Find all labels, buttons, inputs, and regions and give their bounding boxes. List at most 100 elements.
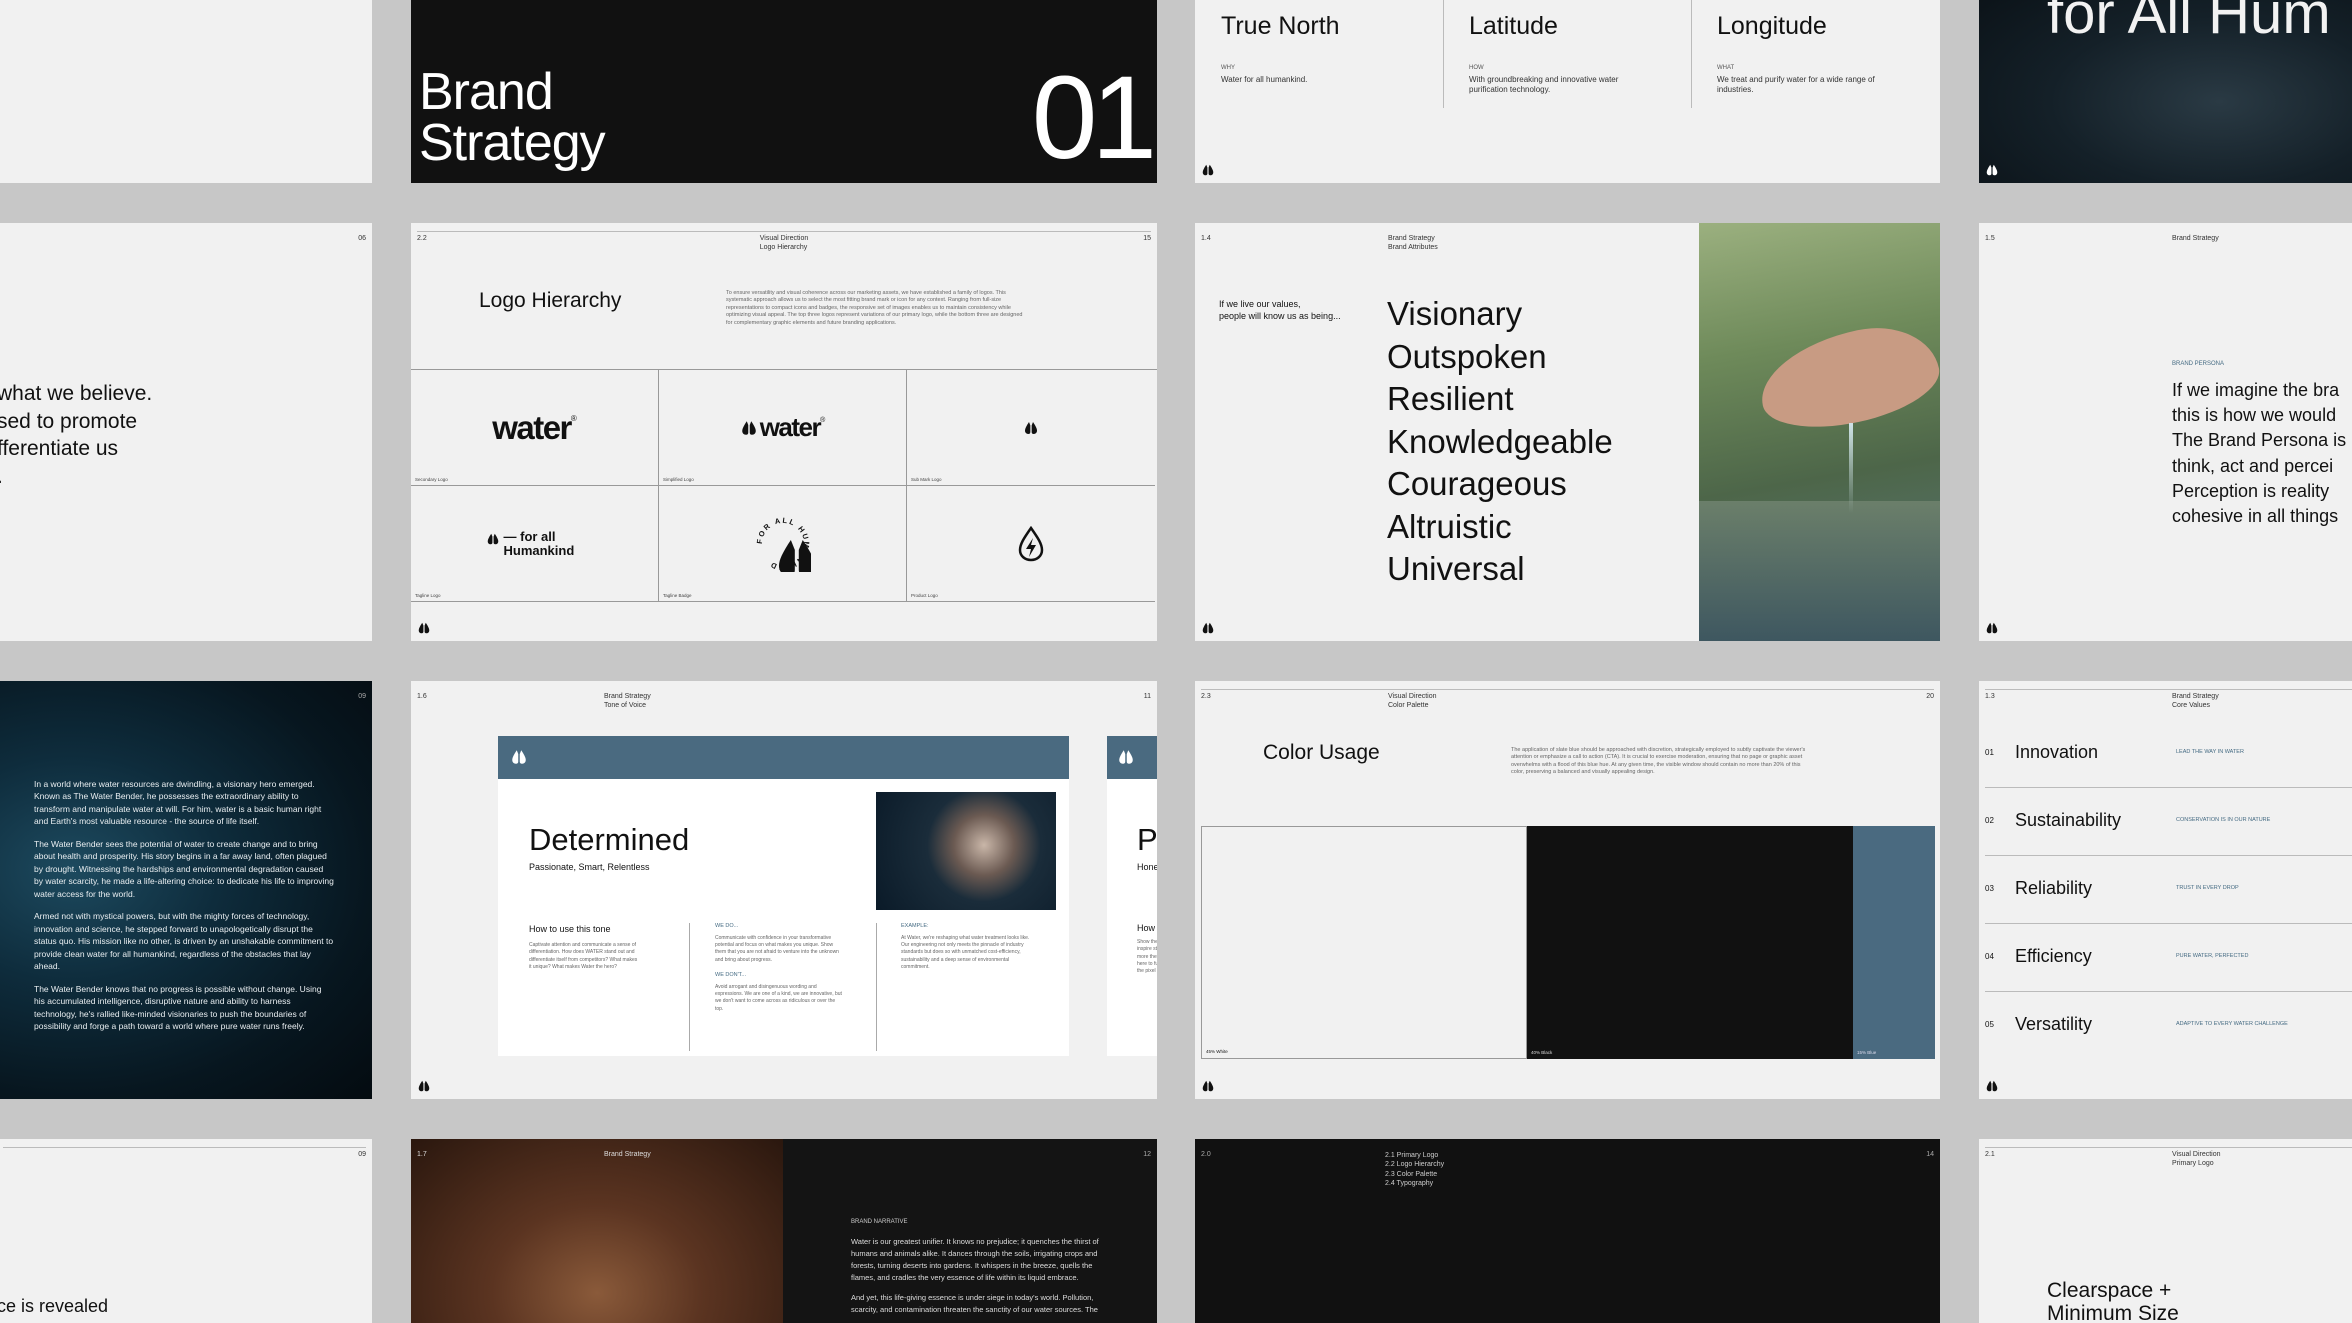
persona-label: BRAND PERSONA [2172,361,2225,367]
water-mark-icon [740,419,758,437]
water-mark-icon [417,1079,431,1093]
attribute-item: Universal [1387,550,1525,588]
slide-header: Brand Strategy Tone of Voice [604,693,651,709]
tone-title: Determined [529,822,690,857]
page-number: 20 [1926,693,1934,700]
attribute-item: Altruistic [1387,507,1512,545]
water-mark-icon [1201,163,1215,177]
black-swatch: 40% Black [1527,826,1853,1059]
cupped-hands-photo [411,1139,783,1323]
slide-logo-hierarchy[interactable]: 2.2 Visual Direction Logo Hierarchy 15 L… [411,223,1157,641]
attributes-intro: If we live our values, people will know … [1219,299,1341,321]
product-logo-cell: Product Logo [907,486,1155,602]
slide-color-usage[interactable]: 2.3 Visual Direction Color Palette 20 Co… [1195,681,1940,1099]
toc-item[interactable]: 2.4 Typography [1385,1179,1444,1188]
toc-item[interactable]: 2.1 Primary Logo [1385,1151,1444,1160]
persona-text: If we imagine the bra this is how we wou… [2172,380,2347,526]
page-number: 14 [1926,1151,1934,1158]
believe-text: what we believe. sed to promote fferenti… [0,382,153,488]
logo-hierarchy-description: To ensure versatility and visual coheren… [726,290,1023,326]
slide-visual-direction-toc[interactable]: 2.0 14 2.1 Primary Logo 2.2 Logo Hierarc… [1195,1139,1940,1323]
water-mark-icon [486,532,500,546]
section-number: 1.7 [417,1151,427,1158]
color-usage-description: The application of slate blue should be … [1511,747,1806,776]
narrative-text: Water is our greatest unifier. It knows … [851,1237,1099,1314]
core-value-row: 03 Reliability TRUST IN EVERY DROP [1985,856,2352,924]
slide-brand-strategy-cover[interactable]: Brand Strategy 01 [411,0,1157,183]
example-column: EXAMPLE: At Water, we're reshaping what … [901,923,1030,970]
attribute-item: Courageous [1387,465,1567,503]
toc-item[interactable]: 2.2 Logo Hierarchy [1385,1160,1444,1169]
attribute-item: Knowledgeable [1387,422,1613,460]
water-mark-icon [510,748,528,766]
top-rule [1201,689,1934,690]
water-bender-story: In a world where water resources are dwi… [34,779,334,1032]
section-number: 1.4 [1201,235,1211,242]
section-number: 1.3 [1985,693,1995,700]
tone-card: Determined Passionate, Smart, Relentless… [498,736,1069,1056]
core-value-row: 01 Innovation LEAD THE WAY IN WATER [1985,720,2352,788]
section-number: 1.6 [417,693,427,700]
water-mark-icon [1985,621,1999,635]
slide-blank-top-left[interactable] [0,0,372,183]
core-value-row: 04 Efficiency PURE WATER, PERFECTED [1985,924,2352,992]
slide-brand-persona[interactable]: 1.5 Brand Strategy BRAND PERSONA If we i… [1979,223,2352,641]
slide-header: Brand Strategy Brand Attributes [1388,235,1438,251]
core-value-row: 05 Versatility ADAPTIVE TO EVERY WATER C… [1985,1014,2288,1034]
do-dont-column: WE DO... Communicate with confidence in … [715,923,842,1012]
section-number: 2.2 [417,235,427,242]
revealed-text: ce is revealed [0,1296,109,1316]
slide-brand-narrative[interactable]: 1.7 Brand Strategy 12 BRAND NARRATIVE Wa… [411,1139,1157,1323]
tone-subtitle: Passionate, Smart, Relentless [529,862,650,872]
slide-true-north[interactable]: True North WHY Water for all humankind. … [1195,0,1940,183]
man-portrait-photo [876,792,1056,910]
humankind-headline: for All Hum [2047,0,2331,46]
attribute-item: Outspoken [1387,337,1547,375]
tagline-logo-text: — for all Humankind [503,528,575,558]
clearspace-title: Clearspace + Minimum Size [2047,1279,2179,1323]
slide-clearspace[interactable]: 2.1 Visual Direction Primary Logo Clears… [1979,1139,2352,1323]
toc-item[interactable]: 2.3 Color Palette [1385,1170,1444,1179]
tagline-logo-cell: — for all Humankind Tagline Logo [411,486,659,602]
wordmark-logo: water [759,412,822,442]
wordmark-logo: water [492,408,572,446]
slide-for-all-humankind[interactable]: for All Hum [1979,0,2352,183]
top-rule [3,1147,366,1148]
white-swatch: 45% White [1201,826,1527,1059]
true-north-column: True North WHY Water for all humankind. [1221,12,1340,84]
slide-header: Visual Direction Color Palette [1388,693,1437,709]
page-number: 06 [358,235,366,242]
slide-core-values[interactable]: 1.3 Brand Strategy Core Values 01 Innova… [1979,681,2352,1099]
top-rule [1985,1147,2352,1148]
water-mark-icon [1985,1079,1999,1093]
slide-header: Brand Strategy Core Values [2172,693,2219,709]
secondary-logo-cell: water ® Secondary Logo [411,370,659,486]
color-usage-title: Color Usage [1263,741,1380,764]
section-number: 2.0 [1201,1151,1211,1158]
attribute-item: Resilient [1387,380,1514,418]
slide-tone-of-voice[interactable]: 1.6 Brand Strategy Tone of Voice 11 Dete… [411,681,1157,1099]
badge-icon: FOR ALL HUMANKIND [755,516,811,572]
slide-what-we-believe[interactable]: 06 what we believe. sed to promote ffere… [0,223,372,641]
slide-brand-attributes[interactable]: 1.4 Brand Strategy Brand Attributes 06 I… [1195,223,1940,641]
section-number: 2.3 [1201,693,1211,700]
attribute-item: Visionary [1387,295,1523,332]
logo-hierarchy-title: Logo Hierarchy [479,289,622,312]
page-number: 11 [1143,693,1151,700]
water-mark-icon [1117,748,1135,766]
page-number: 12 [1143,1151,1151,1158]
slide-header: Visual Direction Logo Hierarchy [759,235,809,251]
slide-header: Visual Direction Primary Logo [2172,1151,2221,1167]
how-to-use-column: How to use this tone Captivate attention… [529,924,638,970]
blue-swatch: 15% Blue [1853,826,1935,1059]
water-mark-icon [417,621,431,635]
logo-grid: water ® Secondary Logo water ® Simplified … [411,369,1157,602]
cover-title: Brand Strategy [419,63,606,173]
longitude-column: Longitude WHAT We treat and purify water… [1717,12,1875,95]
simplified-logo-cell: water ® Simplified Logo [659,370,907,486]
slide-water-bender[interactable]: 09 In a world where water resources are … [0,681,372,1099]
slide-header: Brand Strategy [2172,235,2219,242]
sub-mark-logo-cell: Sub Mark Logo [907,370,1155,486]
slide-revealed[interactable]: 09 ce is revealed [0,1139,372,1323]
latitude-column: Latitude HOW With groundbreaking and inn… [1469,12,1619,95]
